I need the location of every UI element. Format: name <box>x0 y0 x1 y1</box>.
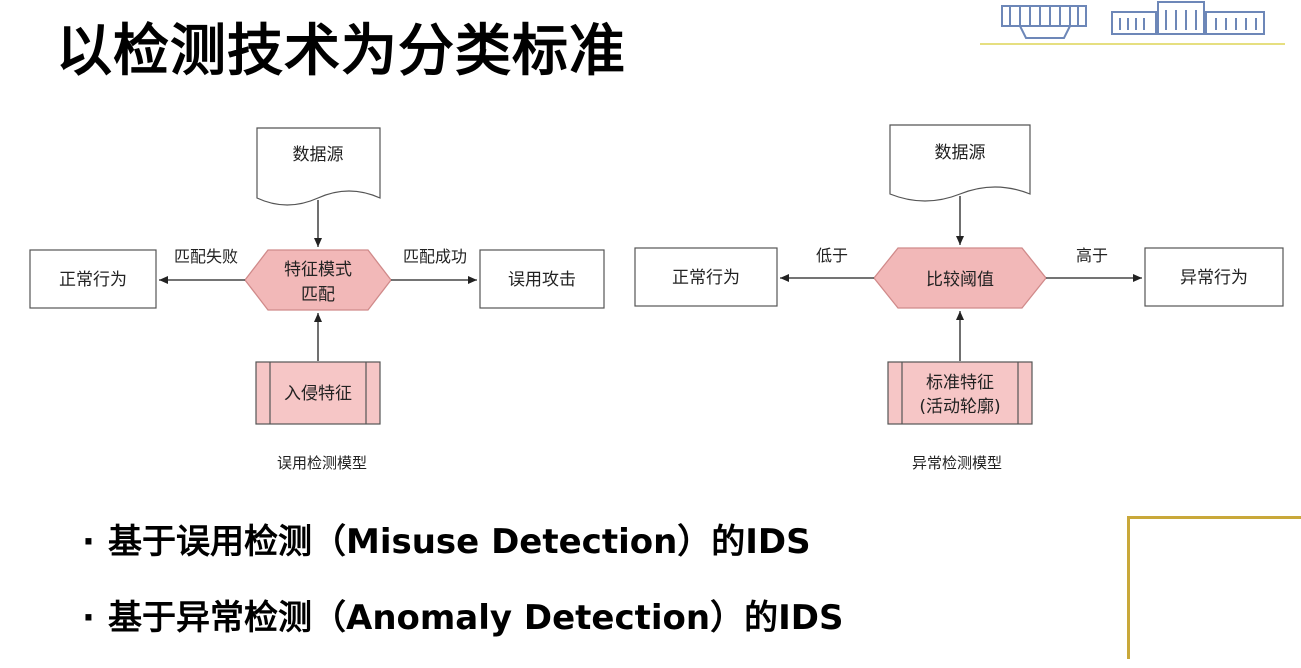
anomaly-data-source-label: 数据源 <box>935 143 986 163</box>
bullet-item: · 基于异常检测（Anomaly Detection）的IDS <box>82 592 843 668</box>
misuse-match-label-1: 特征模式 <box>284 260 352 280</box>
misuse-attack-label: 误用攻击 <box>508 270 576 290</box>
bullet-list: · 基于误用检测（Misuse Detection）的IDS · 基于异常检测（An… <box>82 516 843 668</box>
misuse-success-edge-label: 匹配成功 <box>403 247 467 266</box>
anomaly-below-edge-label: 低于 <box>816 246 848 265</box>
decorative-corner-frame <box>1127 516 1301 659</box>
misuse-intrusion-signature-label: 入侵特征 <box>284 384 352 404</box>
misuse-normal-behavior-label: 正常行为 <box>59 270 127 290</box>
misuse-model-caption: 误用检测模型 <box>277 454 367 472</box>
misuse-fail-edge-label: 匹配失败 <box>174 247 238 266</box>
misuse-detection-model: 数据源 特征模式 匹配 正常行为 匹配失败 误用攻击 匹配成功 入侵特征 误用检… <box>29 127 605 472</box>
anomaly-normal-behavior-label: 正常行为 <box>672 268 740 288</box>
anomaly-standard-profile-label-2: (活动轮廓) <box>919 397 1000 417</box>
anomaly-data-source-shape <box>889 124 1031 202</box>
bullet-dot: · <box>82 522 95 562</box>
misuse-data-source-shape <box>256 127 381 206</box>
misuse-match-label-2: 匹配 <box>301 285 335 305</box>
bullet-dot: · <box>82 598 95 638</box>
anomaly-model-caption: 异常检测模型 <box>912 454 1002 472</box>
anomaly-standard-profile-label-1: 标准特征 <box>926 373 994 393</box>
anomaly-compare-label: 比较阈值 <box>926 270 994 290</box>
misuse-data-source-label: 数据源 <box>293 145 344 165</box>
anomaly-above-edge-label: 高于 <box>1076 246 1108 265</box>
bullet-text: 基于误用检测（Misuse Detection）的IDS <box>108 522 811 562</box>
bullet-item: · 基于误用检测（Misuse Detection）的IDS <box>82 516 843 592</box>
bullet-text: 基于异常检测（Anomaly Detection）的IDS <box>108 598 844 638</box>
anomaly-detection-model: 数据源 比较阈值 正常行为 低于 异常行为 高于 标准特征 (活动轮廓) 异常检… <box>634 124 1284 472</box>
detection-models-diagram: 数据源 特征模式 匹配 正常行为 匹配失败 误用攻击 匹配成功 入侵特征 误用检… <box>29 124 1284 472</box>
anomaly-abnormal-behavior-label: 异常行为 <box>1180 268 1248 288</box>
